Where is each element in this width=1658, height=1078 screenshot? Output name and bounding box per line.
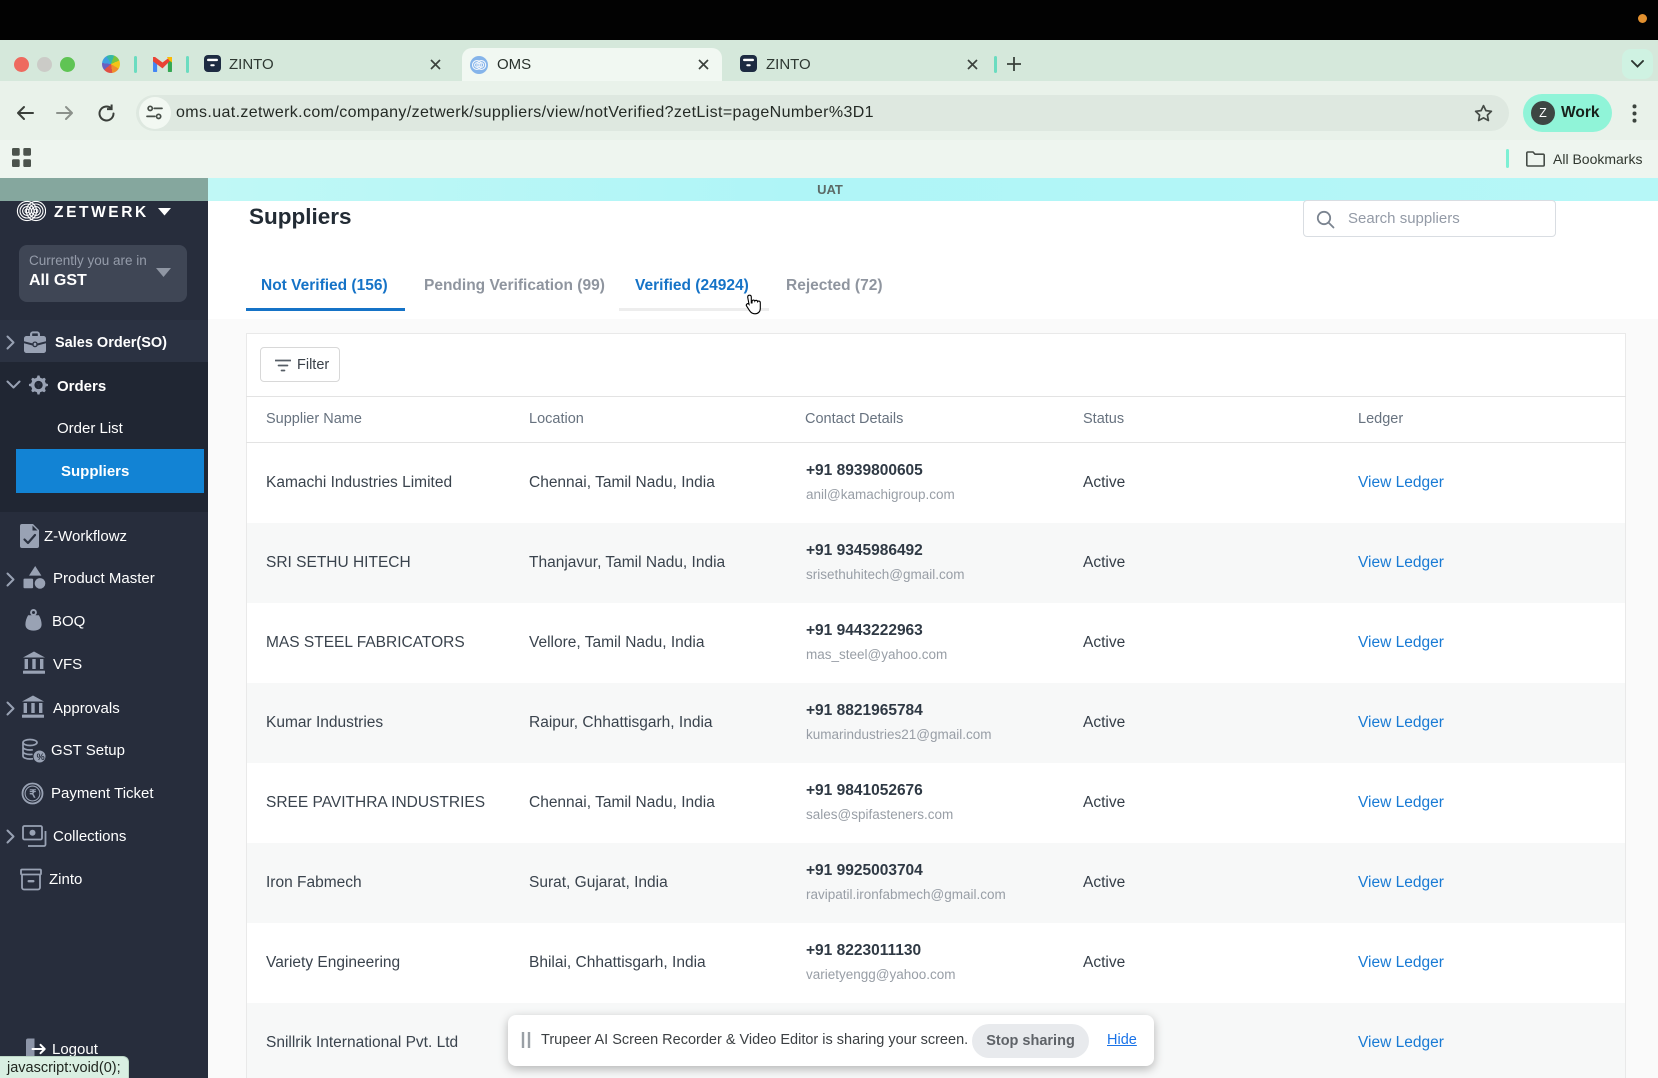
svg-text:%: % <box>37 752 45 762</box>
svg-text:₹: ₹ <box>29 789 36 801</box>
